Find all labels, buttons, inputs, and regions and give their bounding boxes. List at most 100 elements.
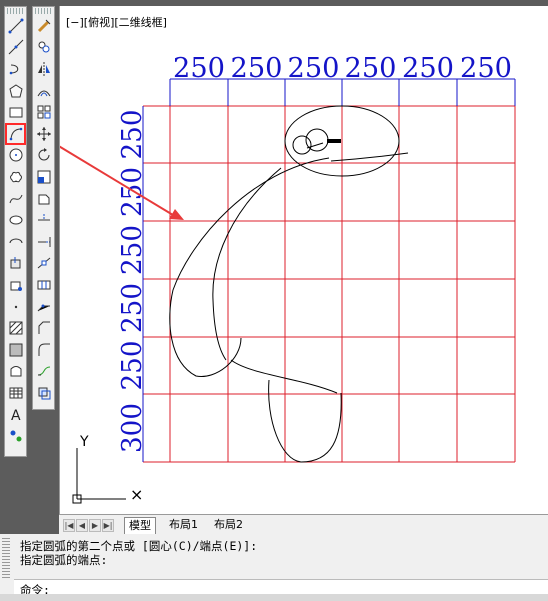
blend-curves-button[interactable]: [33, 361, 54, 383]
hatch-button[interactable]: [5, 317, 26, 339]
body-lower: [230, 359, 338, 394]
make-block-button[interactable]: [5, 274, 26, 296]
svg-text:A: A: [11, 408, 21, 422]
break-at-point-button[interactable]: [33, 253, 54, 275]
hatch-icon: [9, 321, 22, 335]
ellipse-arc-icon: [9, 238, 22, 243]
stretch-icon: [38, 194, 49, 205]
rotate-button[interactable]: [33, 145, 54, 167]
join-button[interactable]: [33, 296, 54, 318]
break-icon: [37, 280, 50, 290]
add-selected-icon: [10, 430, 21, 442]
command-history: 指定圆弧的第二个点或 [圆心(C)/端点(E)]: 指定圆弧的端点:: [20, 539, 257, 567]
mirror-icon: [37, 61, 50, 76]
multiline-text-button[interactable]: A: [5, 404, 26, 426]
trim-icon: [37, 214, 50, 221]
line-button[interactable]: [5, 15, 26, 37]
erase-button[interactable]: [33, 15, 54, 37]
break-button[interactable]: [33, 274, 54, 296]
tab-model[interactable]: 模型: [124, 517, 156, 534]
nav-next-button[interactable]: ▶: [89, 519, 101, 532]
nav-first-button[interactable]: |◀: [63, 519, 75, 532]
add-selected-button[interactable]: [5, 425, 26, 447]
offset-button[interactable]: [33, 80, 54, 102]
polyline-button[interactable]: [5, 58, 26, 80]
body-arc-inner: [212, 167, 282, 361]
toolbar-grip[interactable]: [35, 8, 52, 14]
body-arc-outer: [169, 157, 330, 377]
eye-connector: [306, 142, 324, 149]
tab-layout1[interactable]: 布局1: [165, 517, 202, 533]
insert-block-button[interactable]: [5, 253, 26, 275]
chamfer-button[interactable]: [33, 317, 54, 339]
rectangle-button[interactable]: [5, 101, 26, 123]
nav-last-button[interactable]: ▶|: [102, 519, 114, 532]
multiline-text-icon: A: [11, 408, 21, 422]
ellipse-arc-button[interactable]: [5, 231, 26, 253]
region-button[interactable]: [5, 361, 26, 383]
leg-arc: [268, 379, 342, 463]
left-dimension-text: 250: [117, 283, 148, 333]
construction-line-button[interactable]: [5, 37, 26, 59]
rotate-icon: [38, 148, 49, 161]
top-dimension-text: 250: [460, 53, 512, 84]
command-grip[interactable]: [2, 538, 10, 578]
history-line: 指定圆弧的端点:: [20, 553, 108, 567]
copy-button[interactable]: [33, 37, 54, 59]
rectangle-icon: [9, 107, 22, 118]
nav-prev-button[interactable]: ◀: [76, 519, 88, 532]
history-line: 指定圆弧的第二个点或 [圆心(C)/端点(E)]:: [20, 539, 258, 553]
status-bar: [0, 594, 548, 601]
point-icon: [14, 305, 17, 308]
stretch-button[interactable]: [33, 188, 54, 210]
ellipse-button[interactable]: [5, 209, 26, 231]
revision-cloud-button[interactable]: [5, 166, 26, 188]
command-window: 指定圆弧的第二个点或 [圆心(C)/端点(E)]: 指定圆弧的端点: 命令:: [0, 534, 548, 601]
break-at-point-icon: [37, 257, 50, 269]
insert-block-icon: [10, 257, 20, 269]
region-icon: [10, 366, 21, 377]
top-dimension-text: 250: [173, 53, 225, 84]
toolbar-grip[interactable]: [7, 8, 24, 14]
figure-sketch: [169, 105, 409, 463]
top-dimension-text: 250: [345, 53, 397, 84]
revision-cloud-icon: [9, 171, 22, 183]
draw-toolbar: A: [4, 6, 27, 457]
drawing-canvas[interactable]: [−][俯视][二维线框] 250 250 250 250 250 250 250 250 25…: [59, 6, 548, 514]
circle-button[interactable]: [5, 145, 26, 167]
ucs-y-label: Y: [79, 434, 89, 450]
explode-button[interactable]: [33, 382, 54, 404]
offset-icon: [37, 90, 50, 96]
extend-button[interactable]: [33, 231, 54, 253]
point-button[interactable]: [5, 296, 26, 318]
gradient-button[interactable]: [5, 339, 26, 361]
head-tail-arc: [330, 152, 409, 162]
modify-toolbar: [32, 6, 55, 410]
top-dimension-text: 250: [402, 53, 454, 84]
grid: [142, 105, 516, 463]
ellipse-icon: [9, 215, 22, 225]
arc-icon: [9, 127, 22, 141]
construction-line-icon: [8, 40, 23, 55]
ucs-x-label: ×: [130, 485, 143, 504]
left-dimension-text: 250: [117, 225, 148, 275]
fillet-button[interactable]: [33, 339, 54, 361]
mirror-button[interactable]: [33, 58, 54, 80]
scale-icon: [37, 170, 50, 184]
extend-icon: [37, 236, 50, 247]
circle-icon: [9, 148, 22, 162]
array-button[interactable]: [33, 101, 54, 123]
scale-button[interactable]: [33, 166, 54, 188]
arc-button[interactable]: [5, 122, 26, 145]
table-icon: [9, 387, 22, 399]
polygon-button[interactable]: [5, 80, 26, 102]
left-dimension-text: 250: [117, 341, 148, 391]
left-dimension-text: 300: [117, 403, 148, 453]
trim-button[interactable]: [33, 209, 54, 231]
table-button[interactable]: [5, 382, 26, 404]
spline-button[interactable]: [5, 188, 26, 210]
tab-layout2[interactable]: 布局2: [210, 517, 247, 533]
chamfer-icon: [38, 321, 50, 335]
join-icon: [37, 304, 50, 311]
move-button[interactable]: [33, 123, 54, 145]
